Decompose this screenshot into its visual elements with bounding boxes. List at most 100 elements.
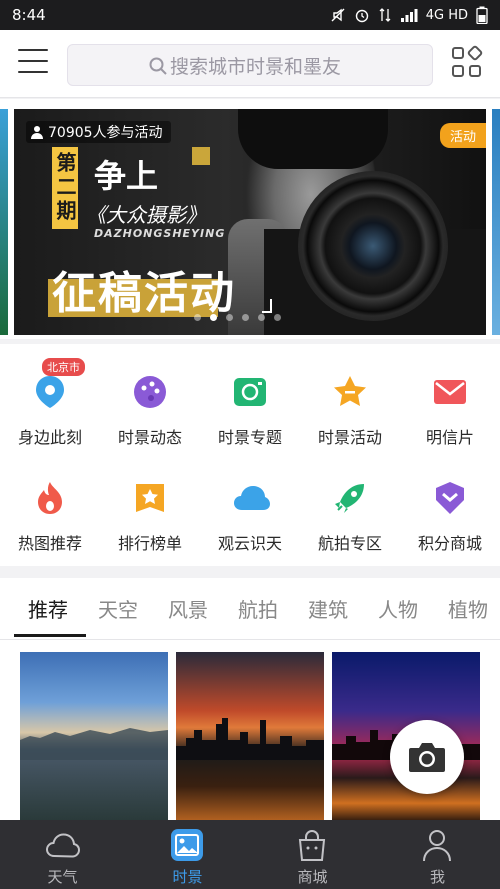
heart-chevron-icon [436,482,464,514]
flame-icon [38,482,62,514]
feature-row-1: 北京市 身边此刻 时景动态 时景专题 时景活动 明信片 [0,352,500,452]
feature-scene-topics[interactable]: 时景专题 [200,352,300,452]
banner-headline-en: DAZHONGSHEYING [94,227,226,240]
grid-square [452,64,464,77]
feature-nearby-now[interactable]: 北京市 身边此刻 [0,352,100,452]
battery-icon [476,6,488,24]
camera-icon [234,378,266,406]
tab-recommended[interactable]: 推荐 [28,594,68,623]
feature-label: 观云识天 [217,534,282,553]
search-input[interactable]: 搜索城市时景和墨友 [67,44,433,86]
city-badge: 北京市 [42,358,85,376]
carousel-dots [194,314,281,321]
banner-headline-3: 征稿活动 [52,268,236,319]
menu-line [18,49,48,51]
active-tab-underline [14,634,86,637]
carousel-dot[interactable] [194,314,201,321]
feature-hot-picks[interactable]: 热图推荐 [0,458,100,558]
feature-label: 时景动态 [117,428,182,447]
rank-star-icon [136,484,164,512]
feature-points-mall[interactable]: 积分商城 [400,458,500,558]
feature-label: 积分商城 [417,534,482,553]
status-bar: 8:44 ••• 4G HD [0,0,500,221]
nav-mall[interactable]: 商城 [250,820,375,889]
feature-aerial-zone[interactable]: 航拍专区 [300,458,400,558]
photo-card[interactable] [176,652,324,820]
feature-grid: 北京市 身边此刻 时景动态 时景专题 时景活动 明信片 热图推荐 排行榜单 观云… [0,344,500,566]
carousel-dot[interactable] [242,314,249,321]
search-placeholder: 搜索城市时景和墨友 [170,55,342,78]
search-icon [149,57,167,75]
feature-label: 身边此刻 [17,428,82,447]
banner-carousel: 70905人参与活动 活动 第二期 争上 《大众摄影》 DAZHONGSHEYI… [0,99,500,339]
network-type: 4G HD [425,7,468,23]
prev-banner-peek[interactable] [0,109,8,335]
next-banner-peek[interactable] [492,109,500,335]
bottom-nav: 天气 时景 商城 我 [0,820,500,889]
status-indicators: ••• 4G HD [180,6,488,221]
town-silhouette [20,728,168,760]
top-bar: 搜索城市时景和墨友 [0,30,500,98]
feature-label: 时景专题 [217,428,282,447]
category-tabs: 推荐 天空 风景 航拍 建筑 人物 植物 [0,578,500,640]
grid-square [452,47,464,59]
camera-lens [298,171,448,321]
cloud-icon [234,486,270,510]
feature-scene-updates[interactable]: 时景动态 [100,352,200,452]
signal-icon [400,9,418,22]
issue-label: 第二期 [52,147,78,229]
cloud-outline-icon [45,833,80,858]
feature-row-2: 热图推荐 排行榜单 观云识天 航拍专区 积分商城 [0,458,500,558]
mute-icon [331,8,345,22]
activity-banner[interactable]: 70905人参与活动 活动 第二期 争上 《大众摄影》 DAZHONGSHEYI… [14,109,486,335]
profile-icon [423,830,451,862]
palette-icon [134,376,166,408]
location-pin-icon [36,376,64,408]
menu-button[interactable] [18,49,48,73]
nav-label: 商城 [297,868,328,886]
feature-label: 航拍专区 [317,534,382,553]
menu-line [18,60,48,62]
nav-weather[interactable]: 天气 [0,820,125,889]
carousel-dot[interactable] [258,314,265,321]
photo-card[interactable] [20,652,168,820]
tab-sky[interactable]: 天空 [98,594,138,623]
city-skyline [176,718,324,760]
envelope-icon [434,380,466,404]
shopping-bag-icon [298,830,326,861]
participants-count: 70905人参与活动 [48,125,163,141]
tab-people[interactable]: 人物 [378,594,418,623]
feature-label: 时景活动 [317,428,382,447]
carousel-dot[interactable] [226,314,233,321]
feature-label: 明信片 [425,428,474,447]
feature-rankings[interactable]: 排行榜单 [100,458,200,558]
star-icon [334,376,366,406]
tab-plants[interactable]: 植物 [448,594,488,623]
tab-aerial[interactable]: 航拍 [238,594,278,623]
rocket-icon [335,484,364,513]
nav-label: 天气 [47,868,78,886]
feature-cloud-watch[interactable]: 观云识天 [200,458,300,558]
category-grid-button[interactable] [452,44,484,77]
banner-headline-1: 争上 [94,157,159,195]
feature-postcard[interactable]: 明信片 [400,352,500,452]
tab-architecture[interactable]: 建筑 [308,594,348,623]
nav-scenes[interactable]: 时景 [125,820,250,889]
data-transfer-icon [379,8,391,22]
person-icon [31,126,43,139]
camera-fab-button[interactable] [390,720,464,794]
feature-scene-events[interactable]: 时景活动 [300,352,400,452]
tab-landscape[interactable]: 风景 [168,594,208,623]
nav-label: 时景 [172,868,203,886]
carousel-dot-active[interactable] [210,314,217,321]
grid-diamond [466,44,484,62]
carousel-dot[interactable] [274,314,281,321]
nav-me[interactable]: 我 [375,820,500,889]
feature-label: 热图推荐 [17,534,82,553]
menu-line [18,71,48,73]
banner-headline-2: 《大众摄影》 [86,203,206,227]
corner-bracket [262,299,272,313]
image-icon [171,829,203,861]
camera-icon [409,743,445,772]
activity-tag: 活动 [439,123,486,148]
